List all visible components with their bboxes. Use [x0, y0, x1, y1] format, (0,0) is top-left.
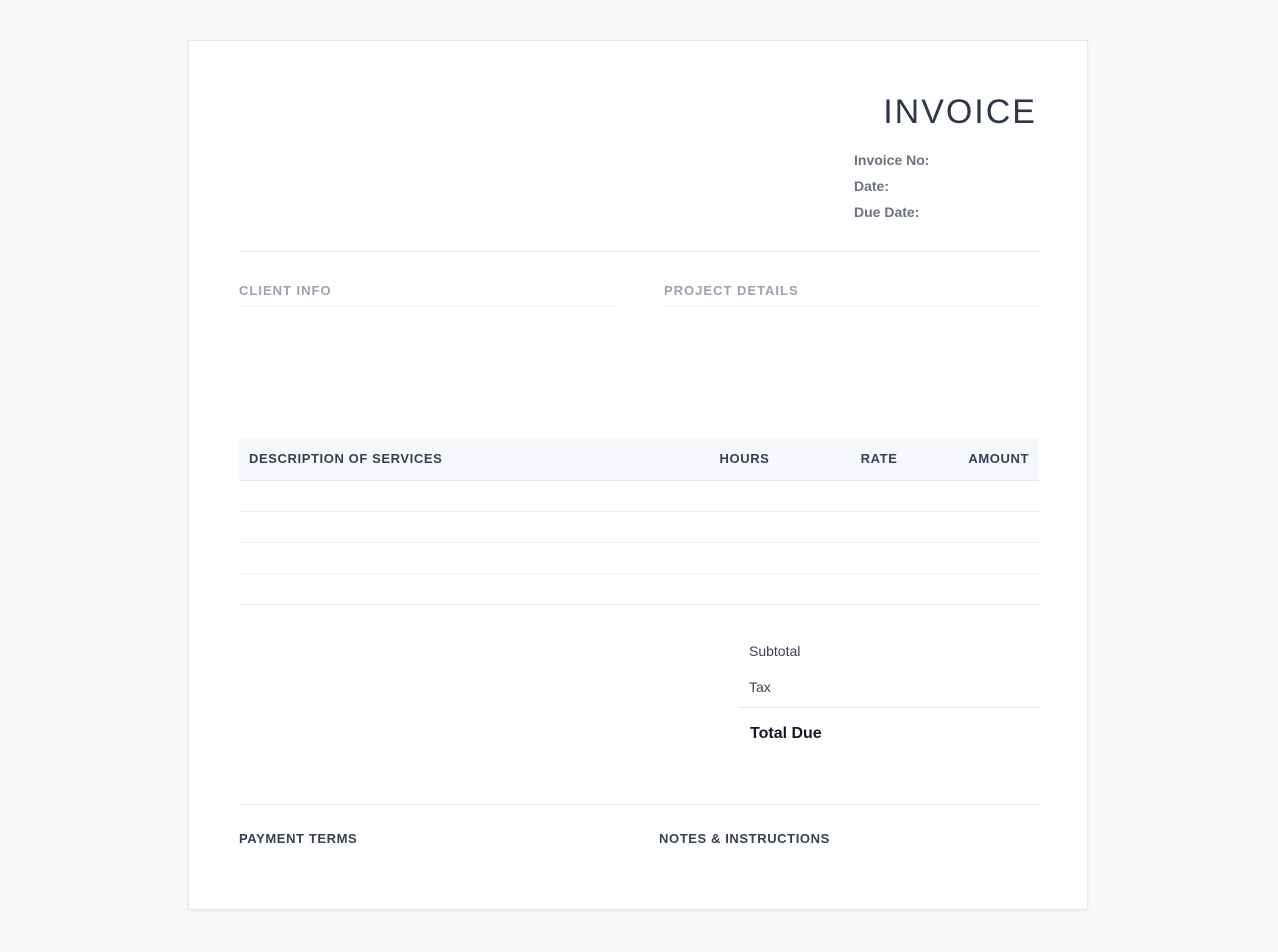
table-row	[239, 542, 1039, 574]
column-header-hours: HOURS	[719, 451, 770, 467]
table-cell-amount	[907, 542, 1039, 574]
header-divider	[239, 251, 1039, 252]
total-due-label: Total Due	[750, 725, 822, 742]
client-info-heading: CLIENT INFO	[239, 283, 614, 307]
invoice-number-label: Invoice No:	[854, 152, 930, 168]
project-details-heading: PROJECT DETAILS	[664, 283, 1039, 307]
table-cell-rate	[779, 573, 908, 605]
table-row	[239, 573, 1039, 605]
totals-block: Subtotal Tax Total Due	[739, 633, 1039, 752]
column-header-description: DESCRIPTION OF SERVICES	[249, 451, 443, 467]
services-table-header: DESCRIPTION OF SERVICES HOURS RATE AMOUN…	[239, 438, 1039, 480]
column-header-amount: AMOUNT	[968, 451, 1029, 467]
table-row	[239, 511, 1039, 543]
table-cell-rate	[779, 542, 908, 574]
subtotal-label: Subtotal	[749, 643, 801, 659]
notes-instructions-heading: NOTES & INSTRUCTIONS	[659, 831, 830, 846]
table-cell-description	[239, 511, 650, 543]
table-cell-rate	[779, 480, 908, 512]
invoice-meta: Invoice No: Date: Due Date:	[854, 152, 929, 230]
table-cell-hours	[649, 542, 780, 574]
invoice-sheet: INVOICE Invoice No: Date: Due Date: CLIE…	[188, 40, 1088, 910]
payment-terms-heading: PAYMENT TERMS	[239, 831, 358, 846]
table-cell-amount	[907, 511, 1039, 543]
invoice-date-label: Date:	[854, 178, 890, 194]
totals-divider	[739, 707, 1039, 708]
table-cell-hours	[649, 511, 780, 543]
tax-label: Tax	[749, 679, 771, 695]
invoice-due-date-label: Due Date:	[854, 204, 920, 220]
services-table: DESCRIPTION OF SERVICES HOURS RATE AMOUN…	[239, 438, 1039, 605]
table-row	[239, 480, 1039, 512]
invoice-title: INVOICE	[883, 93, 1037, 131]
table-cell-description	[239, 480, 650, 512]
column-header-rate: RATE	[860, 451, 898, 467]
table-cell-hours	[649, 480, 780, 512]
table-cell-amount	[907, 480, 1039, 512]
table-cell-description	[239, 542, 650, 574]
table-cell-description	[239, 573, 650, 605]
table-cell-amount	[907, 573, 1039, 605]
footer-divider	[239, 804, 1039, 805]
table-cell-hours	[649, 573, 780, 605]
table-cell-rate	[779, 511, 908, 543]
